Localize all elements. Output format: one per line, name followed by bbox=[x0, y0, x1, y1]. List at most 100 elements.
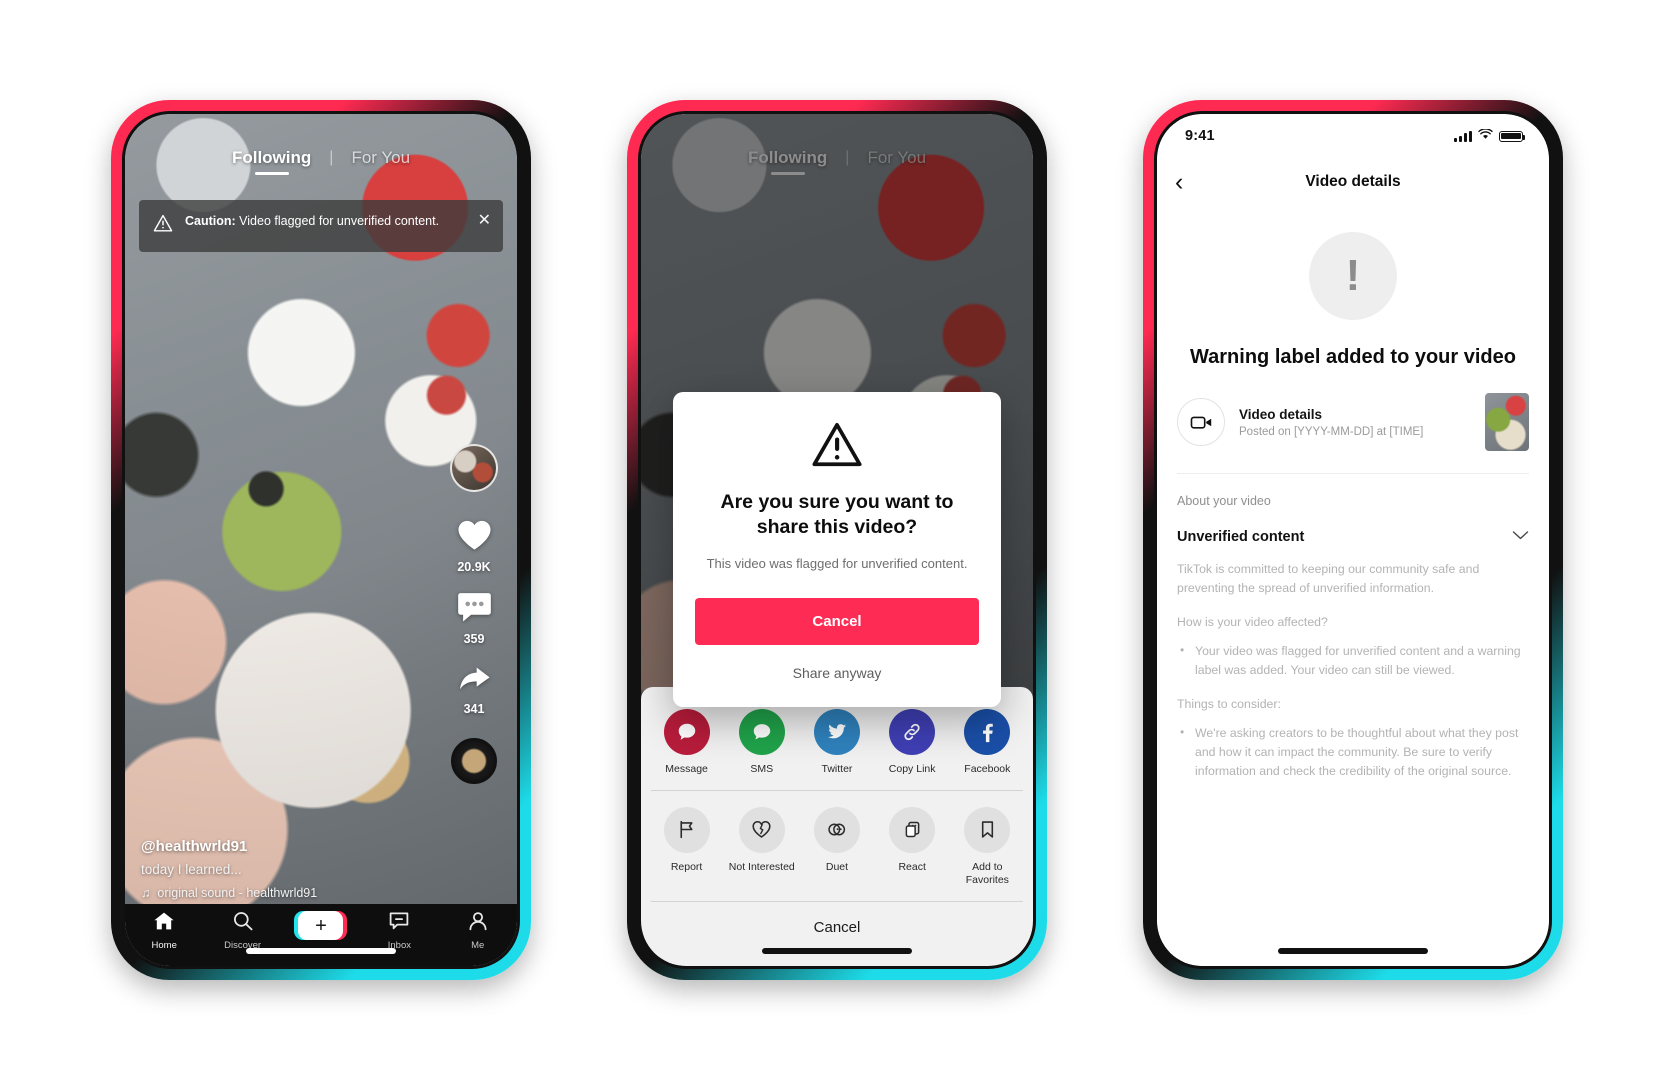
sheet-actions-row: Report Not Interested Duet React Add to … bbox=[641, 791, 1033, 901]
share-target-label: SMS bbox=[750, 762, 774, 775]
sound-name: original sound - healthwrld91 bbox=[157, 886, 318, 900]
plus-glyph: + bbox=[298, 911, 344, 940]
twitter-icon bbox=[813, 708, 860, 755]
hero-section: ! Warning label added to your video bbox=[1157, 206, 1549, 393]
comment-button[interactable]: 359 bbox=[456, 590, 493, 646]
home-indicator bbox=[762, 948, 912, 954]
affected-list: Your video was flagged for unverified co… bbox=[1177, 641, 1529, 680]
flag-icon bbox=[663, 806, 710, 853]
home-indicator bbox=[1278, 948, 1428, 954]
phone-3-screen: 9:41 ‹ Video details ! Warning label add… bbox=[1157, 114, 1549, 966]
status-indicators bbox=[1454, 127, 1526, 145]
consider-heading: Things to consider: bbox=[1177, 697, 1281, 712]
create-plus-icon[interactable]: + bbox=[294, 911, 348, 940]
share-target-facebook[interactable]: Facebook bbox=[952, 708, 1022, 776]
share-anyway-button[interactable]: Share anyway bbox=[695, 645, 979, 699]
tab-following[interactable]: Following bbox=[232, 148, 311, 175]
share-button[interactable]: 341 bbox=[456, 662, 493, 716]
tab-for-you[interactable]: For You bbox=[351, 148, 410, 175]
share-target-label: Twitter bbox=[821, 762, 853, 775]
hero-heading: Warning label added to your video bbox=[1190, 346, 1516, 368]
video-details-page: 9:41 ‹ Video details ! Warning label add… bbox=[1157, 114, 1549, 966]
like-button[interactable]: 20.9K bbox=[456, 518, 493, 574]
mockup-stage: Following | For You Caution: Video flagg… bbox=[0, 0, 1674, 1080]
link-icon bbox=[889, 708, 936, 755]
phone-1-screen: Following | For You Caution: Video flagg… bbox=[125, 114, 517, 966]
share-targets-row: Message SMS Twitter Copy Link Facebook bbox=[641, 703, 1033, 790]
broken-heart-icon bbox=[738, 806, 785, 853]
feed-tabs: Following | For You bbox=[125, 148, 517, 175]
search-icon bbox=[232, 911, 254, 936]
sms-icon bbox=[738, 708, 785, 755]
share-sheet: Message SMS Twitter Copy Link Facebook R… bbox=[641, 686, 1033, 966]
battery-icon bbox=[1499, 130, 1526, 142]
video-summary-subtitle: Posted on [YYYY-MM-DD] at [TIME] bbox=[1239, 425, 1424, 438]
phone-2-body: Following | For You Message SMS Twitter … bbox=[638, 111, 1036, 969]
page-nav: ‹ Video details bbox=[1157, 158, 1549, 206]
video-summary-title: Video details bbox=[1239, 406, 1323, 422]
share-target-label: Facebook bbox=[964, 762, 1011, 775]
tab-separator: | bbox=[329, 149, 334, 166]
share-target-label: Copy Link bbox=[888, 762, 936, 775]
caution-label: Caution: bbox=[185, 214, 236, 228]
dialog-title: Are you sure you want to share this vide… bbox=[720, 491, 954, 539]
tab-me[interactable]: Me bbox=[447, 911, 509, 951]
avatar[interactable] bbox=[450, 444, 498, 492]
status-time: 9:41 bbox=[1185, 128, 1215, 144]
react-icon bbox=[889, 806, 936, 853]
sheet-action-add-to-favorites[interactable]: Add to Favorites bbox=[952, 806, 1022, 887]
feed-action-rail: 20.9K 359 341 bbox=[441, 444, 507, 784]
list-item: We're asking creators to be thoughtful a… bbox=[1177, 723, 1529, 781]
sheet-action-not-interested[interactable]: Not Interested bbox=[727, 806, 797, 887]
tab-home[interactable]: Home bbox=[133, 911, 195, 951]
status-bar: 9:41 bbox=[1157, 114, 1549, 158]
affected-heading: How is your video affected? bbox=[1177, 615, 1328, 630]
sheet-cancel-button[interactable]: Cancel bbox=[641, 902, 1033, 966]
share-target-copy-link[interactable]: Copy Link bbox=[877, 708, 947, 776]
sound-disc-icon[interactable] bbox=[451, 738, 497, 784]
sound-row[interactable]: ♫ original sound - healthwrld91 bbox=[141, 886, 441, 900]
inbox-icon bbox=[388, 911, 410, 936]
music-note-icon: ♫ bbox=[141, 886, 151, 900]
bookmark-icon bbox=[964, 806, 1011, 853]
home-indicator bbox=[246, 948, 396, 954]
tab-discover[interactable]: Discover bbox=[212, 911, 274, 951]
video-camera-icon bbox=[1177, 398, 1225, 446]
sheet-action-react[interactable]: React bbox=[877, 806, 947, 887]
wifi-icon bbox=[1478, 127, 1493, 145]
video-summary-row[interactable]: Video details Posted on [YYYY-MM-DD] at … bbox=[1157, 393, 1549, 473]
tab-create[interactable]: + bbox=[290, 911, 352, 940]
video-summary-text: Video details Posted on [YYYY-MM-DD] at … bbox=[1239, 407, 1471, 438]
phone-3-body: 9:41 ‹ Video details ! Warning label add… bbox=[1154, 111, 1552, 969]
feed-metadata: @healthwrld91 today I learned... ♫ origi… bbox=[141, 838, 441, 900]
share-target-sms[interactable]: SMS bbox=[727, 708, 797, 776]
sheet-action-label: React bbox=[898, 860, 926, 873]
close-icon[interactable]: ✕ bbox=[478, 213, 491, 229]
share-target-twitter[interactable]: Twitter bbox=[802, 708, 872, 776]
creator-username[interactable]: @healthwrld91 bbox=[141, 838, 441, 855]
bottom-tabbar: Home Discover + Inbox Me bbox=[125, 904, 517, 966]
accordion-body: TikTok is committed to keeping our commu… bbox=[1157, 560, 1549, 781]
facebook-icon bbox=[964, 708, 1011, 755]
chevron-down-icon[interactable] bbox=[1512, 528, 1529, 546]
message-icon bbox=[663, 708, 710, 755]
tab-inbox[interactable]: Inbox bbox=[368, 911, 430, 951]
accordion-unverified-content[interactable]: Unverified content bbox=[1157, 524, 1549, 560]
tab-me-label: Me bbox=[471, 940, 485, 951]
comment-count: 359 bbox=[463, 632, 485, 646]
consider-list: We're asking creators to be thoughtful a… bbox=[1177, 723, 1529, 781]
duet-icon bbox=[813, 806, 860, 853]
like-count: 20.9K bbox=[457, 560, 491, 574]
share-count: 341 bbox=[463, 702, 485, 716]
home-icon bbox=[153, 911, 175, 936]
phone-2-screen: Following | For You Message SMS Twitter … bbox=[641, 114, 1033, 966]
warning-triangle-icon bbox=[153, 214, 173, 237]
caution-text: Caution: Video flagged for unverified co… bbox=[185, 213, 466, 230]
video-thumbnail[interactable] bbox=[1485, 393, 1529, 451]
cancel-button[interactable]: Cancel bbox=[695, 597, 979, 645]
about-label: About your video bbox=[1177, 494, 1271, 508]
sheet-action-label: Report bbox=[670, 860, 703, 873]
sheet-action-duet[interactable]: Duet bbox=[802, 806, 872, 887]
sheet-action-report[interactable]: Report bbox=[652, 806, 722, 887]
share-target-message[interactable]: Message bbox=[652, 708, 722, 776]
